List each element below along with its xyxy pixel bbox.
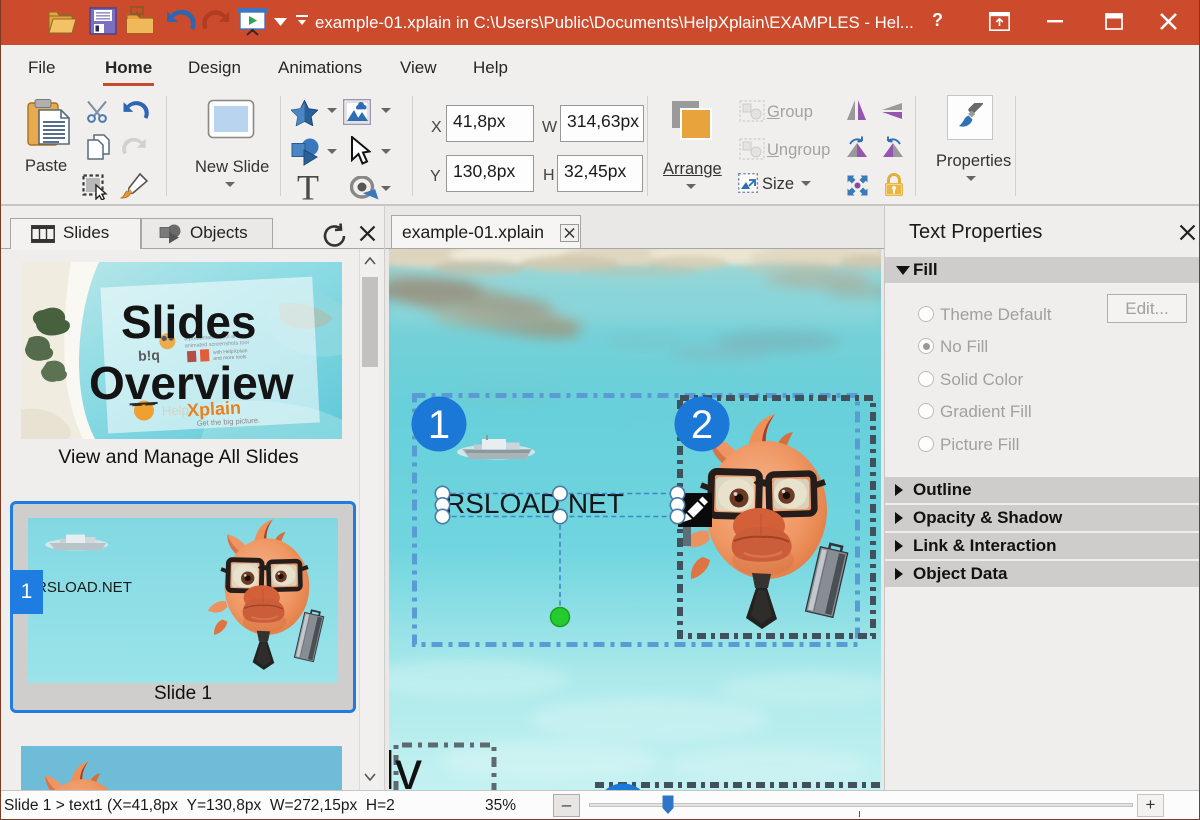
svg-text:2: 2 xyxy=(691,403,713,447)
svg-text:lv: lv xyxy=(389,741,422,791)
svg-text:Overview: Overview xyxy=(89,357,294,409)
svg-text:1: 1 xyxy=(428,403,450,447)
svg-text:T: T xyxy=(297,173,319,204)
svg-text:RSLOAD.NET: RSLOAD.NET xyxy=(445,488,624,519)
svg-text:RSLOAD.NET: RSLOAD.NET xyxy=(36,579,132,596)
svg-text:Slides: Slides xyxy=(121,296,257,348)
